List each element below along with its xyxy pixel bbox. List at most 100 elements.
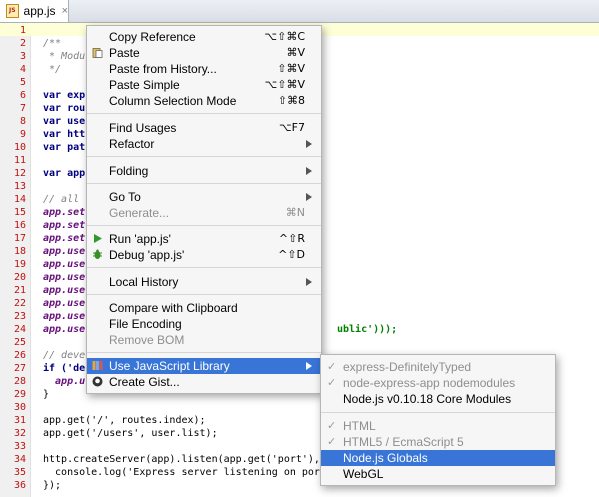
line-number: 2 [19,38,26,49]
submenu-item-node-express-app-nodemodules[interactable]: ✓ node-express-app nodemodules [321,375,555,391]
line-number: 29 [13,389,26,400]
line-number: 33 [13,441,26,452]
line-number: 31 [13,415,26,426]
line-number: 9 [19,129,26,140]
line-number: 6 [19,90,26,101]
menu-item-local-history[interactable]: Local History [87,274,321,290]
submenu-item-nodejs-globals[interactable]: Node.js Globals [321,450,555,466]
menu-item-remove-bom[interactable]: Remove BOM [87,332,321,348]
line-number: 12 [13,168,26,179]
line-number: 17 [13,233,26,244]
code-line: var exp [43,90,86,101]
code-line: app.set [43,233,86,244]
code-line: if ('de [43,363,86,374]
submenu-arrow-icon [306,140,312,148]
line-number: 32 [13,428,26,439]
submenu-arrow-icon [306,278,312,286]
editor-tab-bar: JS app.js × [0,0,599,23]
line-number: 22 [13,298,26,309]
line-number: 36 [13,480,26,491]
code-line: var htt [43,129,86,140]
code-line: // all [43,194,80,205]
menu-separator [87,113,321,114]
line-number: 26 [13,350,26,361]
menu-item-column-selection-mode[interactable]: Column Selection Mode ⇧⌘8 [87,93,321,109]
run-icon [94,234,102,243]
submenu-item-express-definitelytyped[interactable]: ✓ express-DefinitelyTyped [321,359,555,375]
submenu-item-nodejs-core-modules[interactable]: Node.js v0.10.18 Core Modules [321,391,555,407]
js-file-icon: JS [6,4,19,18]
menu-item-paste-from-history[interactable]: Paste from History... ⇧⌘V [87,61,321,77]
line-number: 14 [13,194,26,205]
code-line: var app [43,168,86,179]
tab-app-js[interactable]: JS app.js × [0,0,69,22]
code-line: app.use [43,298,86,309]
menu-item-go-to[interactable]: Go To [87,189,321,205]
line-number: 13 [13,181,26,192]
menu-item-refactor[interactable]: Refactor [87,136,321,152]
menu-item-run[interactable]: Run 'app.js' ^⇧R [87,231,321,247]
menu-item-copy-reference[interactable]: Copy Reference ⌥⇧⌘C [87,29,321,45]
javascript-library-submenu: ✓ express-DefinitelyTyped ✓ node-express-a… [320,354,556,486]
code-line: var use [43,116,86,127]
code-line: }); [43,480,62,491]
menu-item-create-gist[interactable]: Create Gist... [87,374,321,390]
submenu-item-html5-ecmascript5[interactable]: ✓ HTML5 / EcmaScript 5 [321,434,555,450]
code-line: app.u [43,376,86,387]
line-number: 25 [13,337,26,348]
line-number: 11 [13,155,26,166]
menu-separator [87,352,321,353]
line-number: 28 [13,376,26,387]
submenu-item-html[interactable]: ✓ HTML [321,418,555,434]
code-line: var pat [43,142,86,153]
submenu-arrow-icon [306,167,312,175]
line-number: 24 [13,324,26,335]
line-number: 4 [19,64,26,75]
line-number: 7 [19,103,26,114]
code-line: } [43,389,50,400]
menu-item-folding[interactable]: Folding [87,163,321,179]
menu-item-file-encoding[interactable]: File Encoding [87,316,321,332]
line-number: 23 [13,311,26,322]
code-line-tail: ublic'))); [337,324,398,335]
code-line: app.get('/', routes.index); [43,415,206,426]
debug-icon [93,249,102,259]
code-line: var rou [43,103,86,114]
submenu-item-webgl[interactable]: WebGL [321,466,555,482]
menu-item-debug[interactable]: Debug 'app.js' ^⇧D [87,247,321,263]
line-number: 21 [13,285,26,296]
line-number: 15 [13,207,26,218]
code-line: app.use [43,285,86,296]
paste-icon [92,48,103,58]
line-number: 3 [19,51,26,62]
code-line: console.log('Express server listening on… [43,467,320,478]
tab-title: app.js [23,4,56,18]
code-line: app.set [43,207,86,218]
menu-separator [87,294,321,295]
line-number: 19 [13,259,26,270]
line-number: 30 [13,402,26,413]
menu-item-compare-with-clipboard[interactable]: Compare with Clipboard [87,300,321,316]
menu-item-generate[interactable]: Generate... ⌘N [87,205,321,221]
menu-item-find-usages[interactable]: Find Usages ⌥F7 [87,120,321,136]
menu-item-paste-simple[interactable]: Paste Simple ⌥⇧⌘V [87,77,321,93]
line-number: 35 [13,467,26,478]
menu-separator [87,267,321,268]
line-number: 34 [13,454,26,465]
line-number: 20 [13,272,26,283]
github-icon [92,376,103,387]
close-icon[interactable]: × [62,5,68,17]
code-line: /** [43,38,62,49]
menu-separator [321,412,555,413]
code-line: http.createServer(app).listen(app.get('p… [43,454,326,465]
menu-item-paste[interactable]: Paste ⌘V [87,45,321,61]
line-number: 1 [19,25,26,36]
code-line: app.set [43,220,86,231]
code-line: app.use [43,311,86,322]
code-line: // deve [43,350,86,361]
code-line: app.get('/users', user.list); [43,428,218,439]
line-number: 8 [19,116,26,127]
code-line: app.use [43,246,86,257]
menu-item-use-javascript-library[interactable]: Use JavaScript Library [87,358,321,374]
js-library-icon [92,361,103,370]
